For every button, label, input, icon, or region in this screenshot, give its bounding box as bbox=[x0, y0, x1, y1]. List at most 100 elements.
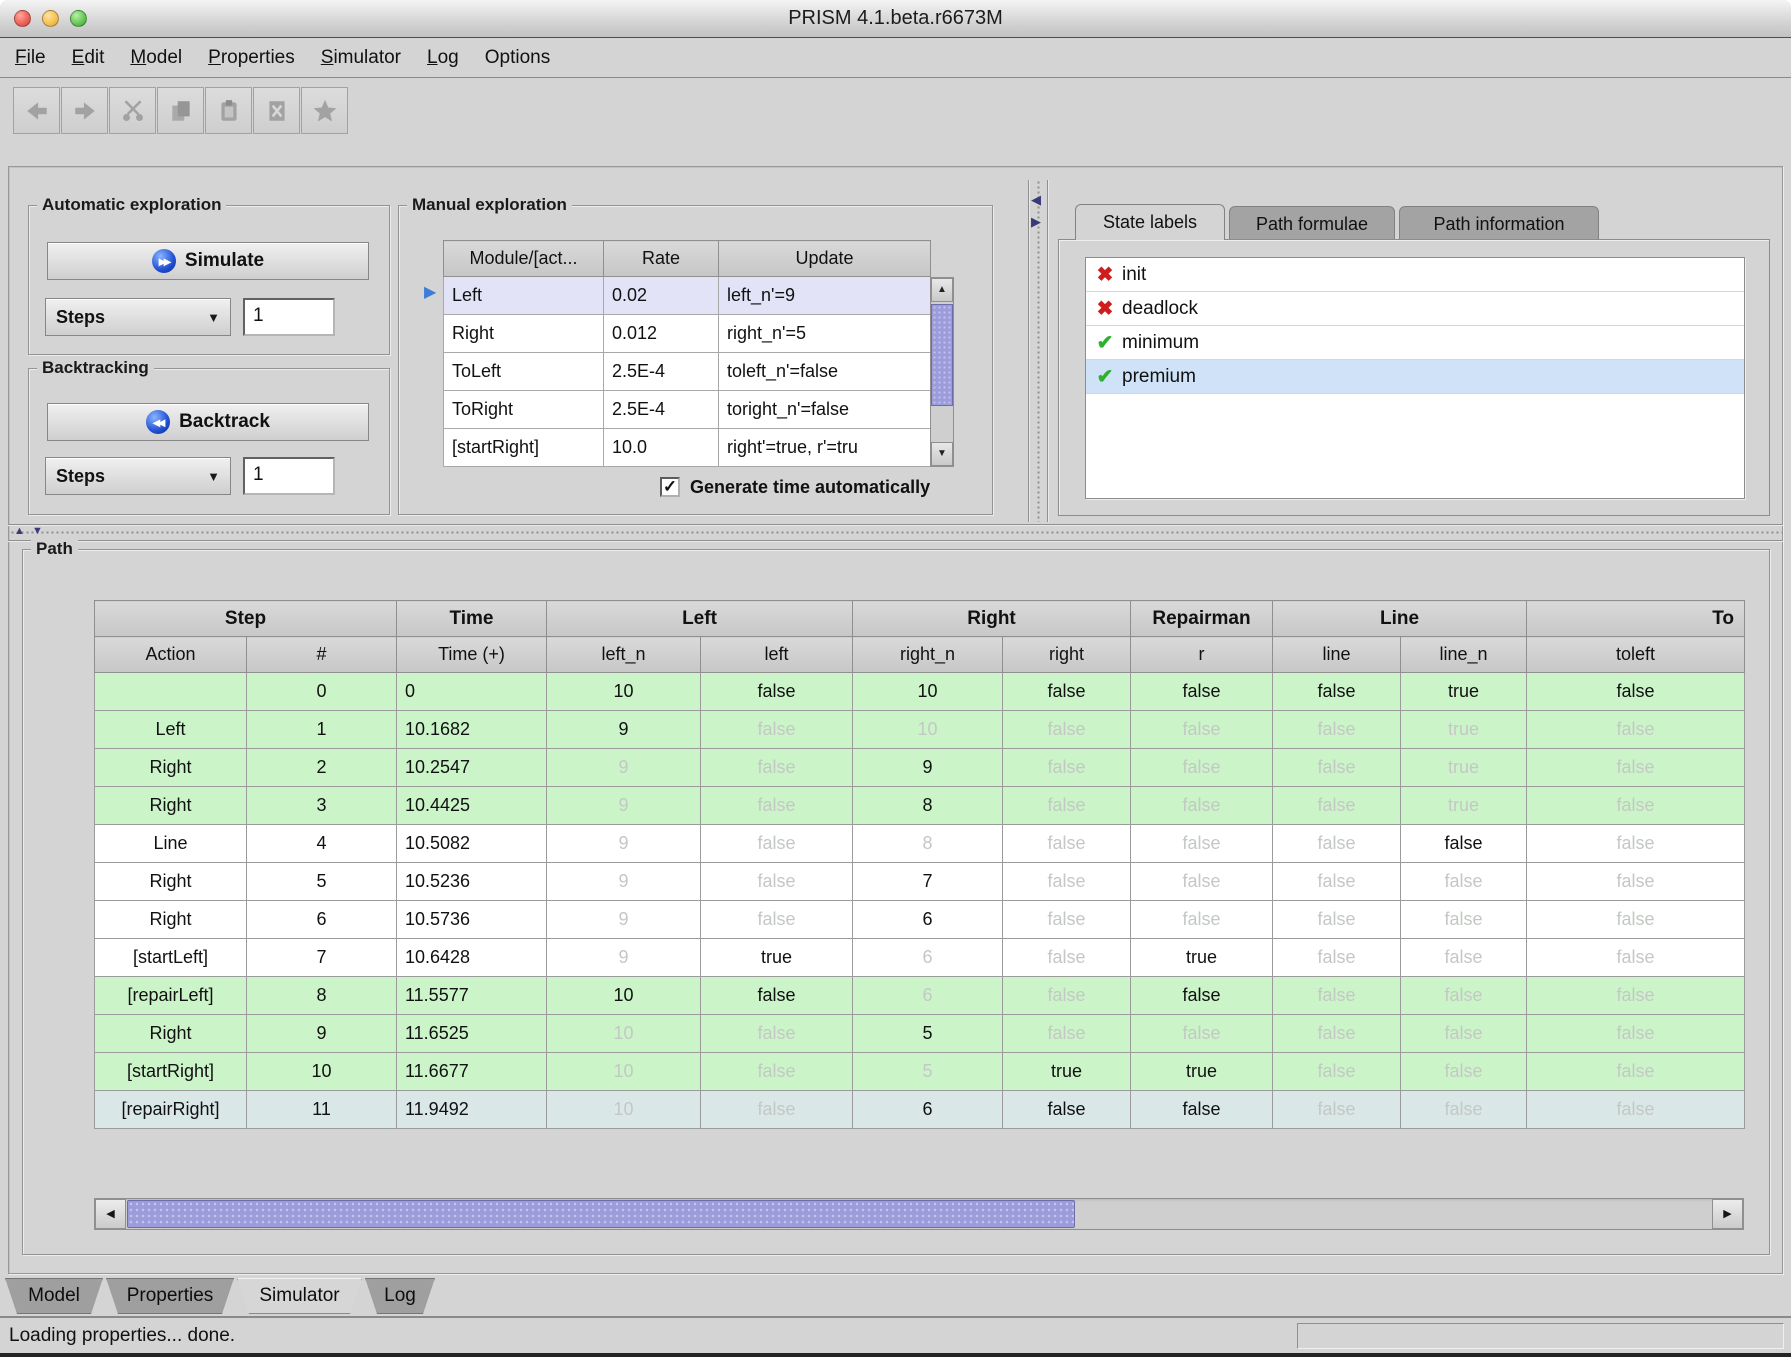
state-label-init[interactable]: ✖init bbox=[1086, 258, 1744, 292]
delete-button[interactable] bbox=[253, 87, 300, 134]
path-step-row[interactable]: Right911.652510false5falsefalsefalsefals… bbox=[95, 1015, 1745, 1053]
path-cell[interactable]: 9 bbox=[547, 901, 701, 939]
manual-transition-row[interactable]: ToRight2.5E-4toright_n'=false bbox=[444, 391, 931, 429]
simulate-steps-combo[interactable]: Steps ▼ bbox=[45, 298, 231, 336]
manual-transition-row[interactable]: [startRight]10.0right'=true, r'=tru bbox=[444, 429, 931, 467]
menu-edit[interactable]: Edit bbox=[59, 39, 118, 77]
state-label-deadlock[interactable]: ✖deadlock bbox=[1086, 292, 1744, 326]
path-cell[interactable]: false bbox=[1527, 711, 1745, 749]
path-cell[interactable]: false bbox=[1131, 673, 1273, 711]
path-cell[interactable]: 10 bbox=[853, 711, 1003, 749]
menu-file[interactable]: File bbox=[2, 39, 59, 77]
path-cell[interactable]: false bbox=[1003, 749, 1131, 787]
path-cell[interactable]: 0 bbox=[247, 673, 397, 711]
path-step-row[interactable]: Line410.50829false8falsefalsefalsefalsef… bbox=[95, 825, 1745, 863]
path-cell[interactable]: false bbox=[1527, 901, 1745, 939]
path-cell[interactable]: Right bbox=[95, 749, 247, 787]
path-cell[interactable]: [startLeft] bbox=[95, 939, 247, 977]
path-cell[interactable]: 9 bbox=[547, 711, 701, 749]
path-cell[interactable]: 10.1682 bbox=[397, 711, 547, 749]
path-cell[interactable]: true bbox=[1401, 787, 1527, 825]
tab-path-information[interactable]: Path information bbox=[1399, 206, 1599, 240]
path-cell[interactable]: false bbox=[701, 711, 853, 749]
path-cell[interactable]: false bbox=[1003, 711, 1131, 749]
path-cell[interactable]: Left bbox=[95, 711, 247, 749]
path-cell[interactable]: 6 bbox=[247, 901, 397, 939]
tab-model[interactable]: Model bbox=[5, 1278, 103, 1314]
path-cell[interactable]: 10 bbox=[247, 1053, 397, 1091]
path-step-row[interactable]: 0010false10falsefalsefalsetruefalse bbox=[95, 673, 1745, 711]
path-cell[interactable]: false bbox=[1131, 711, 1273, 749]
path-cell[interactable]: 10.6428 bbox=[397, 939, 547, 977]
path-cell[interactable]: 9 bbox=[853, 749, 1003, 787]
scroll-up-button[interactable]: ▲ bbox=[931, 278, 953, 302]
vertical-splitter[interactable]: ◀ ▶ bbox=[1028, 180, 1048, 522]
path-cell[interactable]: 9 bbox=[547, 749, 701, 787]
path-cell[interactable]: 9 bbox=[547, 787, 701, 825]
generate-time-checkbox[interactable]: ✓ bbox=[660, 477, 680, 497]
path-cell[interactable]: false bbox=[1003, 939, 1131, 977]
path-cell[interactable]: false bbox=[1273, 749, 1401, 787]
path-cell[interactable]: 6 bbox=[853, 977, 1003, 1015]
manual-cell[interactable]: Right bbox=[444, 315, 604, 353]
state-label-minimum[interactable]: ✔minimum bbox=[1086, 326, 1744, 360]
path-cell[interactable]: 11 bbox=[247, 1091, 397, 1129]
path-cell[interactable]: false bbox=[1527, 749, 1745, 787]
path-cell[interactable]: false bbox=[1131, 787, 1273, 825]
path-step-row[interactable]: Right510.52369false7falsefalsefalsefalse… bbox=[95, 863, 1745, 901]
path-cell[interactable]: false bbox=[1527, 1091, 1745, 1129]
tab-path-formulae[interactable]: Path formulae bbox=[1229, 206, 1395, 240]
path-cell[interactable]: false bbox=[1003, 863, 1131, 901]
scroll-down-button[interactable]: ▼ bbox=[931, 442, 953, 466]
menu-log[interactable]: Log bbox=[414, 39, 472, 77]
path-cell[interactable]: 10 bbox=[547, 1053, 701, 1091]
path-cell[interactable]: false bbox=[701, 1053, 853, 1091]
path-cell[interactable]: false bbox=[701, 901, 853, 939]
path-cell[interactable]: false bbox=[1003, 825, 1131, 863]
tab-state-labels[interactable]: State labels bbox=[1075, 204, 1225, 240]
manual-cell[interactable]: toright_n'=false bbox=[719, 391, 931, 429]
path-cell[interactable]: 3 bbox=[247, 787, 397, 825]
manual-table-vertical-scrollbar[interactable]: ▲ ▼ bbox=[930, 277, 954, 467]
path-step-row[interactable]: Right610.57369false6falsefalsefalsefalse… bbox=[95, 901, 1745, 939]
path-cell[interactable]: false bbox=[1273, 825, 1401, 863]
path-cell[interactable]: 1 bbox=[247, 711, 397, 749]
path-cell[interactable]: 10 bbox=[547, 1015, 701, 1053]
horizontal-splitter[interactable]: ▲ ▼ bbox=[8, 524, 1783, 541]
path-cell[interactable]: false bbox=[701, 825, 853, 863]
backtrack-button[interactable]: ◂◂ Backtrack bbox=[47, 403, 369, 441]
state-label-premium[interactable]: ✔premium bbox=[1086, 360, 1744, 394]
path-cell[interactable]: 2 bbox=[247, 749, 397, 787]
path-cell[interactable]: true bbox=[1401, 673, 1527, 711]
path-step-row[interactable]: [repairLeft]811.557710false6falsefalsefa… bbox=[95, 977, 1745, 1015]
path-cell[interactable]: Line bbox=[95, 825, 247, 863]
manual-cell[interactable]: 0.012 bbox=[604, 315, 719, 353]
path-cell[interactable] bbox=[95, 673, 247, 711]
menu-properties[interactable]: Properties bbox=[195, 39, 308, 77]
path-cell[interactable]: false bbox=[1527, 939, 1745, 977]
path-cell[interactable]: false bbox=[1131, 825, 1273, 863]
path-cell[interactable]: false bbox=[1401, 1053, 1527, 1091]
manual-cell[interactable]: right'=true, r'=tru bbox=[719, 429, 931, 467]
manual-cell[interactable]: ToLeft bbox=[444, 353, 604, 391]
manual-cell[interactable]: left_n'=9 bbox=[719, 277, 931, 315]
path-cell[interactable]: [repairRight] bbox=[95, 1091, 247, 1129]
path-cell[interactable]: false bbox=[1131, 977, 1273, 1015]
path-cell[interactable]: 10 bbox=[853, 673, 1003, 711]
manual-cell[interactable]: toleft_n'=false bbox=[719, 353, 931, 391]
path-cell[interactable]: [startRight] bbox=[95, 1053, 247, 1091]
path-cell[interactable]: false bbox=[1273, 711, 1401, 749]
manual-cell[interactable]: 2.5E-4 bbox=[604, 391, 719, 429]
backtrack-steps-input[interactable]: 1 bbox=[243, 457, 335, 495]
path-cell[interactable]: false bbox=[1131, 1015, 1273, 1053]
path-cell[interactable]: false bbox=[1401, 939, 1527, 977]
path-cell[interactable]: Right bbox=[95, 1015, 247, 1053]
manual-cell[interactable]: 0.02 bbox=[604, 277, 719, 315]
path-cell[interactable]: false bbox=[1401, 1015, 1527, 1053]
menu-simulator[interactable]: Simulator bbox=[308, 39, 414, 77]
manual-cell[interactable]: Left bbox=[444, 277, 604, 315]
path-cell[interactable]: 0 bbox=[397, 673, 547, 711]
path-cell[interactable]: false bbox=[1273, 1091, 1401, 1129]
expand-right-icon[interactable]: ▶ bbox=[1031, 214, 1041, 230]
path-step-row[interactable]: [startLeft]710.64289true6falsetruefalsef… bbox=[95, 939, 1745, 977]
